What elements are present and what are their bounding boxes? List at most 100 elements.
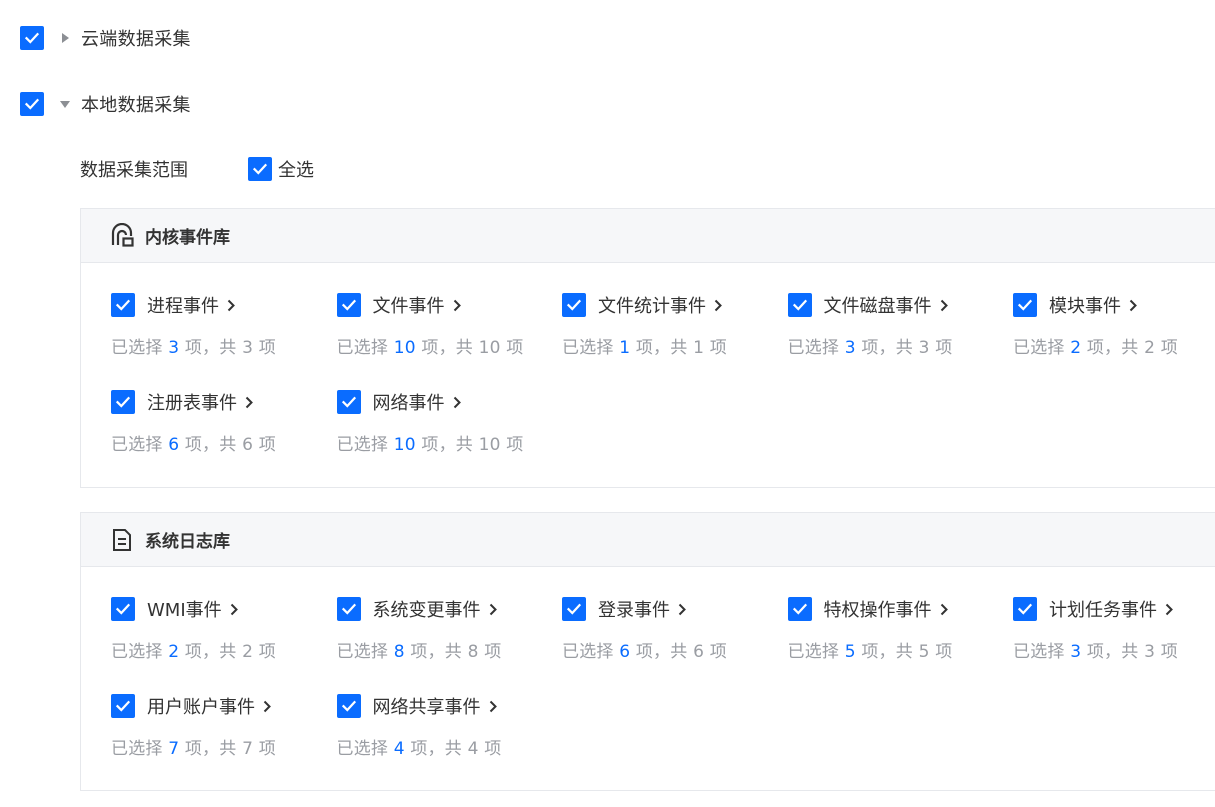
event-item-header[interactable]: 登录事件 xyxy=(562,596,788,622)
chevron-right-icon[interactable] xyxy=(230,602,240,616)
event-item-header[interactable]: 模块事件 xyxy=(1013,292,1215,318)
event-item: 文件事件 已选择 10 项，共 10 项 xyxy=(336,292,563,366)
event-item-header[interactable]: 用户账户事件 xyxy=(111,693,337,719)
chevron-right-icon[interactable] xyxy=(678,602,688,616)
event-checkbox[interactable] xyxy=(787,293,812,317)
total-count: 8 xyxy=(467,642,479,662)
kernel-events-panel: 内核事件库 进程事件 已选择 3 项，共 3 项文件事件 已选择 10 项，共 10… xyxy=(80,208,1215,488)
cloud-collection-row: 云端数据采集 xyxy=(20,25,191,51)
chevron-right-icon[interactable] xyxy=(263,699,273,713)
summary-suffix: 项 xyxy=(1160,642,1178,662)
event-label[interactable]: 登录事件 xyxy=(598,596,670,622)
event-item-header[interactable]: WMI事件 xyxy=(111,596,337,622)
check-icon xyxy=(1017,603,1033,615)
summary-prefix: 已选择 xyxy=(336,642,389,662)
event-checkbox[interactable] xyxy=(1013,293,1037,317)
event-checkbox[interactable] xyxy=(1013,597,1037,621)
event-label[interactable]: 模块事件 xyxy=(1049,292,1121,318)
event-label[interactable]: 用户账户事件 xyxy=(147,693,255,719)
event-checkbox[interactable] xyxy=(336,694,361,718)
summary-prefix: 已选择 xyxy=(562,642,614,662)
event-checkbox[interactable] xyxy=(336,390,361,414)
chevron-right-icon[interactable] xyxy=(1165,602,1175,616)
selected-count: 5 xyxy=(844,642,856,662)
total-count: 2 xyxy=(242,642,254,662)
summary-prefix: 已选择 xyxy=(787,338,840,358)
summary-suffix: 项 xyxy=(484,739,502,759)
event-selection-summary: 已选择 7 项，共 7 项 xyxy=(111,734,337,759)
event-label[interactable]: 计划任务事件 xyxy=(1049,596,1157,622)
total-count: 10 xyxy=(478,435,501,455)
chevron-right-icon[interactable] xyxy=(227,298,237,312)
event-label[interactable]: 文件事件 xyxy=(373,292,445,318)
data-collection-settings: 云端数据采集 本地数据采集 数据采集范围 全选 内核事件库 进程事件 已选择 3… xyxy=(0,0,1215,807)
chevron-right-icon[interactable] xyxy=(245,395,255,409)
event-label[interactable]: 注册表事件 xyxy=(147,389,237,415)
event-item-header[interactable]: 特权操作事件 xyxy=(787,596,1014,622)
chevron-right-icon[interactable] xyxy=(489,602,499,616)
event-label[interactable]: 网络共享事件 xyxy=(373,693,481,719)
event-checkbox[interactable] xyxy=(111,694,135,718)
event-checkbox[interactable] xyxy=(562,293,586,317)
event-checkbox[interactable] xyxy=(336,293,361,317)
event-item: 特权操作事件已选择 5 项，共 5 项 xyxy=(787,596,1014,670)
event-item-header[interactable]: 文件统计事件 xyxy=(562,292,788,318)
cloud-collection-label[interactable]: 云端数据采集 xyxy=(81,25,191,51)
summary-prefix: 已选择 xyxy=(336,435,389,455)
chevron-right-icon[interactable] xyxy=(489,699,499,713)
kernel-events-header: 内核事件库 xyxy=(81,209,1215,263)
event-checkbox[interactable] xyxy=(787,597,812,621)
event-selection-summary: 已选择 5 项，共 5 项 xyxy=(788,637,1014,662)
event-item-header[interactable]: 计划任务事件 xyxy=(1013,596,1215,622)
summary-middle: 项，共 xyxy=(184,739,237,759)
total-count: 3 xyxy=(918,338,930,358)
check-icon xyxy=(24,98,40,110)
event-item-header[interactable]: 系统变更事件 xyxy=(336,596,563,622)
cloud-collection-checkbox[interactable] xyxy=(20,26,44,50)
event-label[interactable]: WMI事件 xyxy=(147,596,222,622)
event-label[interactable]: 文件磁盘事件 xyxy=(824,292,932,318)
kernel-library-icon xyxy=(109,222,135,249)
check-icon xyxy=(566,299,582,311)
summary-middle: 项，共 xyxy=(410,642,462,662)
chevron-right-icon[interactable] xyxy=(1129,298,1139,312)
total-count: 5 xyxy=(918,642,930,662)
total-count: 3 xyxy=(1144,642,1156,662)
event-item-header[interactable]: 网络事件 xyxy=(336,389,563,415)
caret-down-icon[interactable] xyxy=(60,99,70,109)
event-label[interactable]: 文件统计事件 xyxy=(598,292,706,318)
select-all-label[interactable]: 全选 xyxy=(278,156,314,182)
event-checkbox[interactable] xyxy=(111,597,135,621)
local-collection-label[interactable]: 本地数据采集 xyxy=(81,91,191,117)
summary-middle: 项，共 xyxy=(421,338,473,358)
select-all-control[interactable]: 全选 xyxy=(248,156,314,182)
chevron-right-icon[interactable] xyxy=(940,602,950,616)
caret-right-icon[interactable] xyxy=(60,33,70,43)
select-all-checkbox[interactable] xyxy=(248,157,272,181)
event-label[interactable]: 特权操作事件 xyxy=(824,596,932,622)
event-item: WMI事件 已选择 2 项，共 2 项 xyxy=(111,596,337,670)
event-item-header[interactable]: 网络共享事件 xyxy=(336,693,563,719)
event-label[interactable]: 网络事件 xyxy=(373,389,445,415)
chevron-right-icon[interactable] xyxy=(714,298,724,312)
selected-count: 10 xyxy=(393,338,416,358)
event-label[interactable]: 系统变更事件 xyxy=(373,596,481,622)
event-checkbox[interactable] xyxy=(562,597,586,621)
chevron-right-icon[interactable] xyxy=(453,298,463,312)
event-item-header[interactable]: 文件事件 xyxy=(336,292,563,318)
chevron-right-icon[interactable] xyxy=(453,395,463,409)
event-checkbox[interactable] xyxy=(336,597,361,621)
event-label[interactable]: 进程事件 xyxy=(147,292,219,318)
chevron-right-icon[interactable] xyxy=(940,298,950,312)
total-count: 7 xyxy=(242,739,254,759)
event-checkbox[interactable] xyxy=(111,390,135,414)
event-checkbox[interactable] xyxy=(111,293,135,317)
summary-prefix: 已选择 xyxy=(111,338,163,358)
event-item-header[interactable]: 进程事件 xyxy=(111,292,337,318)
event-item-header[interactable]: 注册表事件 xyxy=(111,389,337,415)
event-item-header[interactable]: 文件磁盘事件 xyxy=(787,292,1014,318)
check-icon xyxy=(341,396,356,408)
summary-prefix: 已选择 xyxy=(111,642,163,662)
check-icon xyxy=(252,163,268,175)
local-collection-checkbox[interactable] xyxy=(20,92,44,116)
